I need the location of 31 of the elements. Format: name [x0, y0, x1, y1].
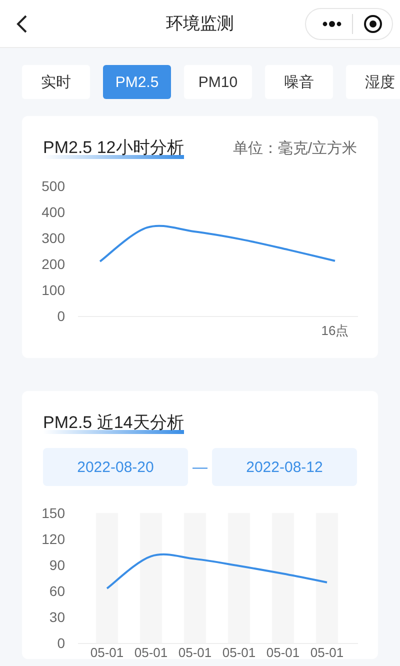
tab[interactable]: 噪音	[265, 65, 333, 99]
back-icon[interactable]	[16, 14, 28, 34]
page-title: 环境监测	[166, 13, 234, 35]
axis-label: 90	[49, 557, 65, 573]
axis-label: 150	[42, 505, 65, 521]
axis-title: 16点	[321, 323, 349, 338]
axis-label: 0	[57, 635, 65, 651]
axis-label: 0	[57, 308, 65, 324]
axis-label: 05-01	[134, 645, 168, 659]
axis-label: 30	[49, 609, 65, 625]
tab[interactable]: 实时	[22, 65, 90, 99]
axis-label: 120	[42, 531, 65, 547]
axis-label: 05-01	[266, 645, 300, 659]
axis-label: 05-01	[310, 645, 344, 659]
tab[interactable]: 湿度	[346, 65, 400, 99]
tab[interactable]: PM10	[184, 65, 252, 99]
card-title: PM2.5 12小时分析	[43, 136, 184, 159]
axis-label: 200	[42, 256, 65, 272]
axis-label: 05-01	[90, 645, 124, 659]
more-icon[interactable]	[322, 21, 342, 27]
axis-label: 100	[42, 282, 65, 298]
axis-label: 500	[42, 178, 65, 194]
axis-label: 05-01	[222, 645, 256, 659]
axis-label: 400	[42, 204, 65, 220]
target-icon[interactable]	[363, 14, 383, 34]
axis-label: 300	[42, 230, 65, 246]
unit-label: 单位：毫克/立方米	[232, 139, 357, 158]
axis-label: 05-01	[178, 645, 212, 659]
range-separator: —	[192, 458, 208, 476]
card-title: PM2.5 近14天分析	[43, 411, 184, 434]
axis-label: 60	[49, 583, 65, 599]
